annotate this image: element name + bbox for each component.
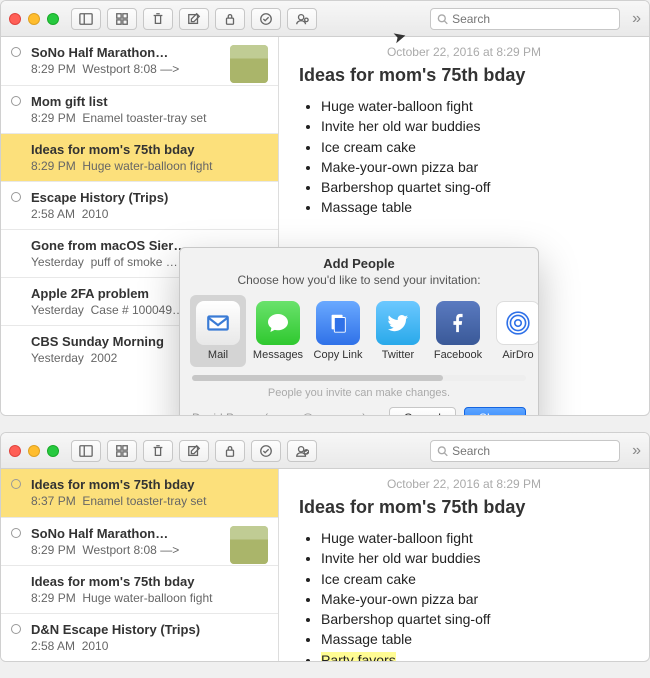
note-item[interactable]: Mom gift list 8:29 PM Enamel toaster-tra… — [1, 85, 278, 133]
shared-indicator-icon — [11, 47, 21, 57]
list-item: Make-your-own pizza bar — [321, 589, 629, 609]
toolbar: » — [1, 433, 649, 469]
note-title: Ideas for mom's 75th bday — [31, 142, 221, 157]
notes-list: Ideas for mom's 75th bday 8:37 PM Enamel… — [1, 469, 279, 661]
list-item: Huge water-balloon fight — [321, 528, 629, 548]
share-scroll-indicator[interactable] — [192, 375, 526, 381]
compose-button[interactable] — [179, 8, 209, 30]
shared-indicator-icon — [11, 192, 21, 202]
note-timestamp: October 22, 2016 at 8:29 PM — [299, 45, 629, 59]
zoom-window-button[interactable] — [47, 13, 59, 25]
shared-indicator-icon — [11, 96, 21, 106]
window-controls — [9, 13, 59, 25]
note-content[interactable]: October 22, 2016 at 8:29 PM Ideas for mo… — [279, 469, 649, 661]
note-title: Mom gift list — [31, 94, 221, 109]
note-item-selected[interactable]: Ideas for mom's 75th bday 8:37 PM Enamel… — [1, 469, 278, 517]
note-item[interactable]: D&N Escape History (Trips) 2:58 AM 2010 — [1, 613, 278, 661]
note-item[interactable]: SoNo Half Marathon… 8:29 PM Westport 8:0… — [1, 517, 278, 565]
list-item: Invite her old war buddies — [321, 548, 629, 568]
grid-view-button[interactable] — [107, 440, 137, 462]
note-body-list: Huge water-balloon fight Invite her old … — [299, 96, 629, 218]
share-facebook[interactable]: Facebook — [430, 295, 486, 367]
share-mail[interactable]: Mail — [190, 295, 246, 367]
list-item: Invite her old war buddies — [321, 116, 629, 136]
note-heading: Ideas for mom's 75th bday — [299, 65, 629, 86]
note-timestamp: October 22, 2016 at 8:29 PM — [299, 477, 629, 491]
notes-window-before: » ➤ SoNo Half Marathon… 8:29 PM Westport… — [0, 0, 650, 416]
compose-button[interactable] — [179, 440, 209, 462]
list-item: Barbershop quartet sing-off — [321, 177, 629, 197]
overflow-button[interactable]: » — [632, 10, 641, 28]
list-item: Ice cream cake — [321, 137, 629, 157]
permission-text: People you invite can make changes. — [180, 387, 538, 399]
dialog-title: Add People — [180, 248, 538, 273]
dialog-subtitle: Choose how you'd like to send your invit… — [180, 273, 538, 295]
search-field[interactable] — [430, 440, 620, 462]
share-messages[interactable]: Messages — [250, 295, 306, 367]
lock-button[interactable] — [215, 8, 245, 30]
shared-indicator-icon — [11, 479, 21, 489]
minimize-window-button[interactable] — [28, 445, 40, 457]
note-item-selected[interactable]: Ideas for mom's 75th bday 8:29 PM Huge w… — [1, 133, 278, 181]
note-title: SoNo Half Marathon… — [31, 526, 181, 541]
list-item: Massage table — [321, 629, 629, 649]
note-item[interactable]: Ideas for mom's 75th bday 8:29 PM Huge w… — [1, 565, 278, 613]
airdrop-icon — [496, 301, 538, 345]
note-thumbnail — [230, 526, 268, 564]
close-window-button[interactable] — [9, 13, 21, 25]
copy-link-icon — [316, 301, 360, 345]
checklist-button[interactable] — [251, 8, 281, 30]
zoom-window-button[interactable] — [47, 445, 59, 457]
close-window-button[interactable] — [9, 445, 21, 457]
toolbar: » ➤ — [1, 1, 649, 37]
delete-button[interactable] — [143, 8, 173, 30]
list-item: Make-your-own pizza bar — [321, 157, 629, 177]
note-title: D&N Escape History (Trips) — [31, 622, 221, 637]
collaborate-button[interactable] — [287, 8, 317, 30]
sidebar-toggle-button[interactable] — [71, 8, 101, 30]
shared-by-label: David Pogue (pogue@mac.com) — [192, 411, 381, 416]
search-field[interactable] — [430, 8, 620, 30]
note-heading: Ideas for mom's 75th bday — [299, 497, 629, 518]
note-thumbnail — [230, 45, 268, 83]
facebook-icon — [436, 301, 480, 345]
share-airdrop[interactable]: AirDro — [490, 295, 538, 367]
lock-button[interactable] — [215, 440, 245, 462]
note-body-list: Huge water-balloon fight Invite her old … — [299, 528, 629, 661]
overflow-button[interactable]: » — [632, 442, 641, 460]
note-title: Escape History (Trips) — [31, 190, 221, 205]
cancel-button[interactable]: Cancel — [389, 407, 456, 416]
delete-button[interactable] — [143, 440, 173, 462]
add-people-dialog: Add People Choose how you'd like to send… — [179, 247, 539, 416]
collaborate-shared-button[interactable] — [287, 440, 317, 462]
share-copylink[interactable]: Copy Link — [310, 295, 366, 367]
minimize-window-button[interactable] — [28, 13, 40, 25]
note-title: SoNo Half Marathon… — [31, 45, 181, 60]
notes-window-after: » Ideas for mom's 75th bday 8:37 PM Enam… — [0, 432, 650, 662]
twitter-icon — [376, 301, 420, 345]
note-title: Ideas for mom's 75th bday — [31, 574, 221, 589]
note-item[interactable]: Escape History (Trips) 2:58 AM 2010 — [1, 181, 278, 229]
share-button[interactable]: Share — [464, 407, 526, 416]
messages-icon — [256, 301, 300, 345]
list-item: Huge water-balloon fight — [321, 96, 629, 116]
checklist-button[interactable] — [251, 440, 281, 462]
shared-indicator-icon — [11, 528, 21, 538]
shared-indicator-icon — [11, 624, 21, 634]
note-title: Ideas for mom's 75th bday — [31, 477, 221, 492]
window-controls — [9, 445, 59, 457]
share-twitter[interactable]: Twitter — [370, 295, 426, 367]
mail-icon — [196, 301, 240, 345]
note-item[interactable]: SoNo Half Marathon… 8:29 PM Westport 8:0… — [1, 37, 278, 85]
list-item: Ice cream cake — [321, 569, 629, 589]
sidebar-toggle-button[interactable] — [71, 440, 101, 462]
list-item: Massage table — [321, 197, 629, 217]
grid-view-button[interactable] — [107, 8, 137, 30]
search-input[interactable] — [452, 12, 613, 26]
search-input[interactable] — [452, 444, 613, 458]
list-item: Barbershop quartet sing-off — [321, 609, 629, 629]
share-options: Mail Messages Copy Link Twitter Facebook — [180, 295, 538, 367]
list-item-highlighted: Party favors — [321, 650, 629, 661]
